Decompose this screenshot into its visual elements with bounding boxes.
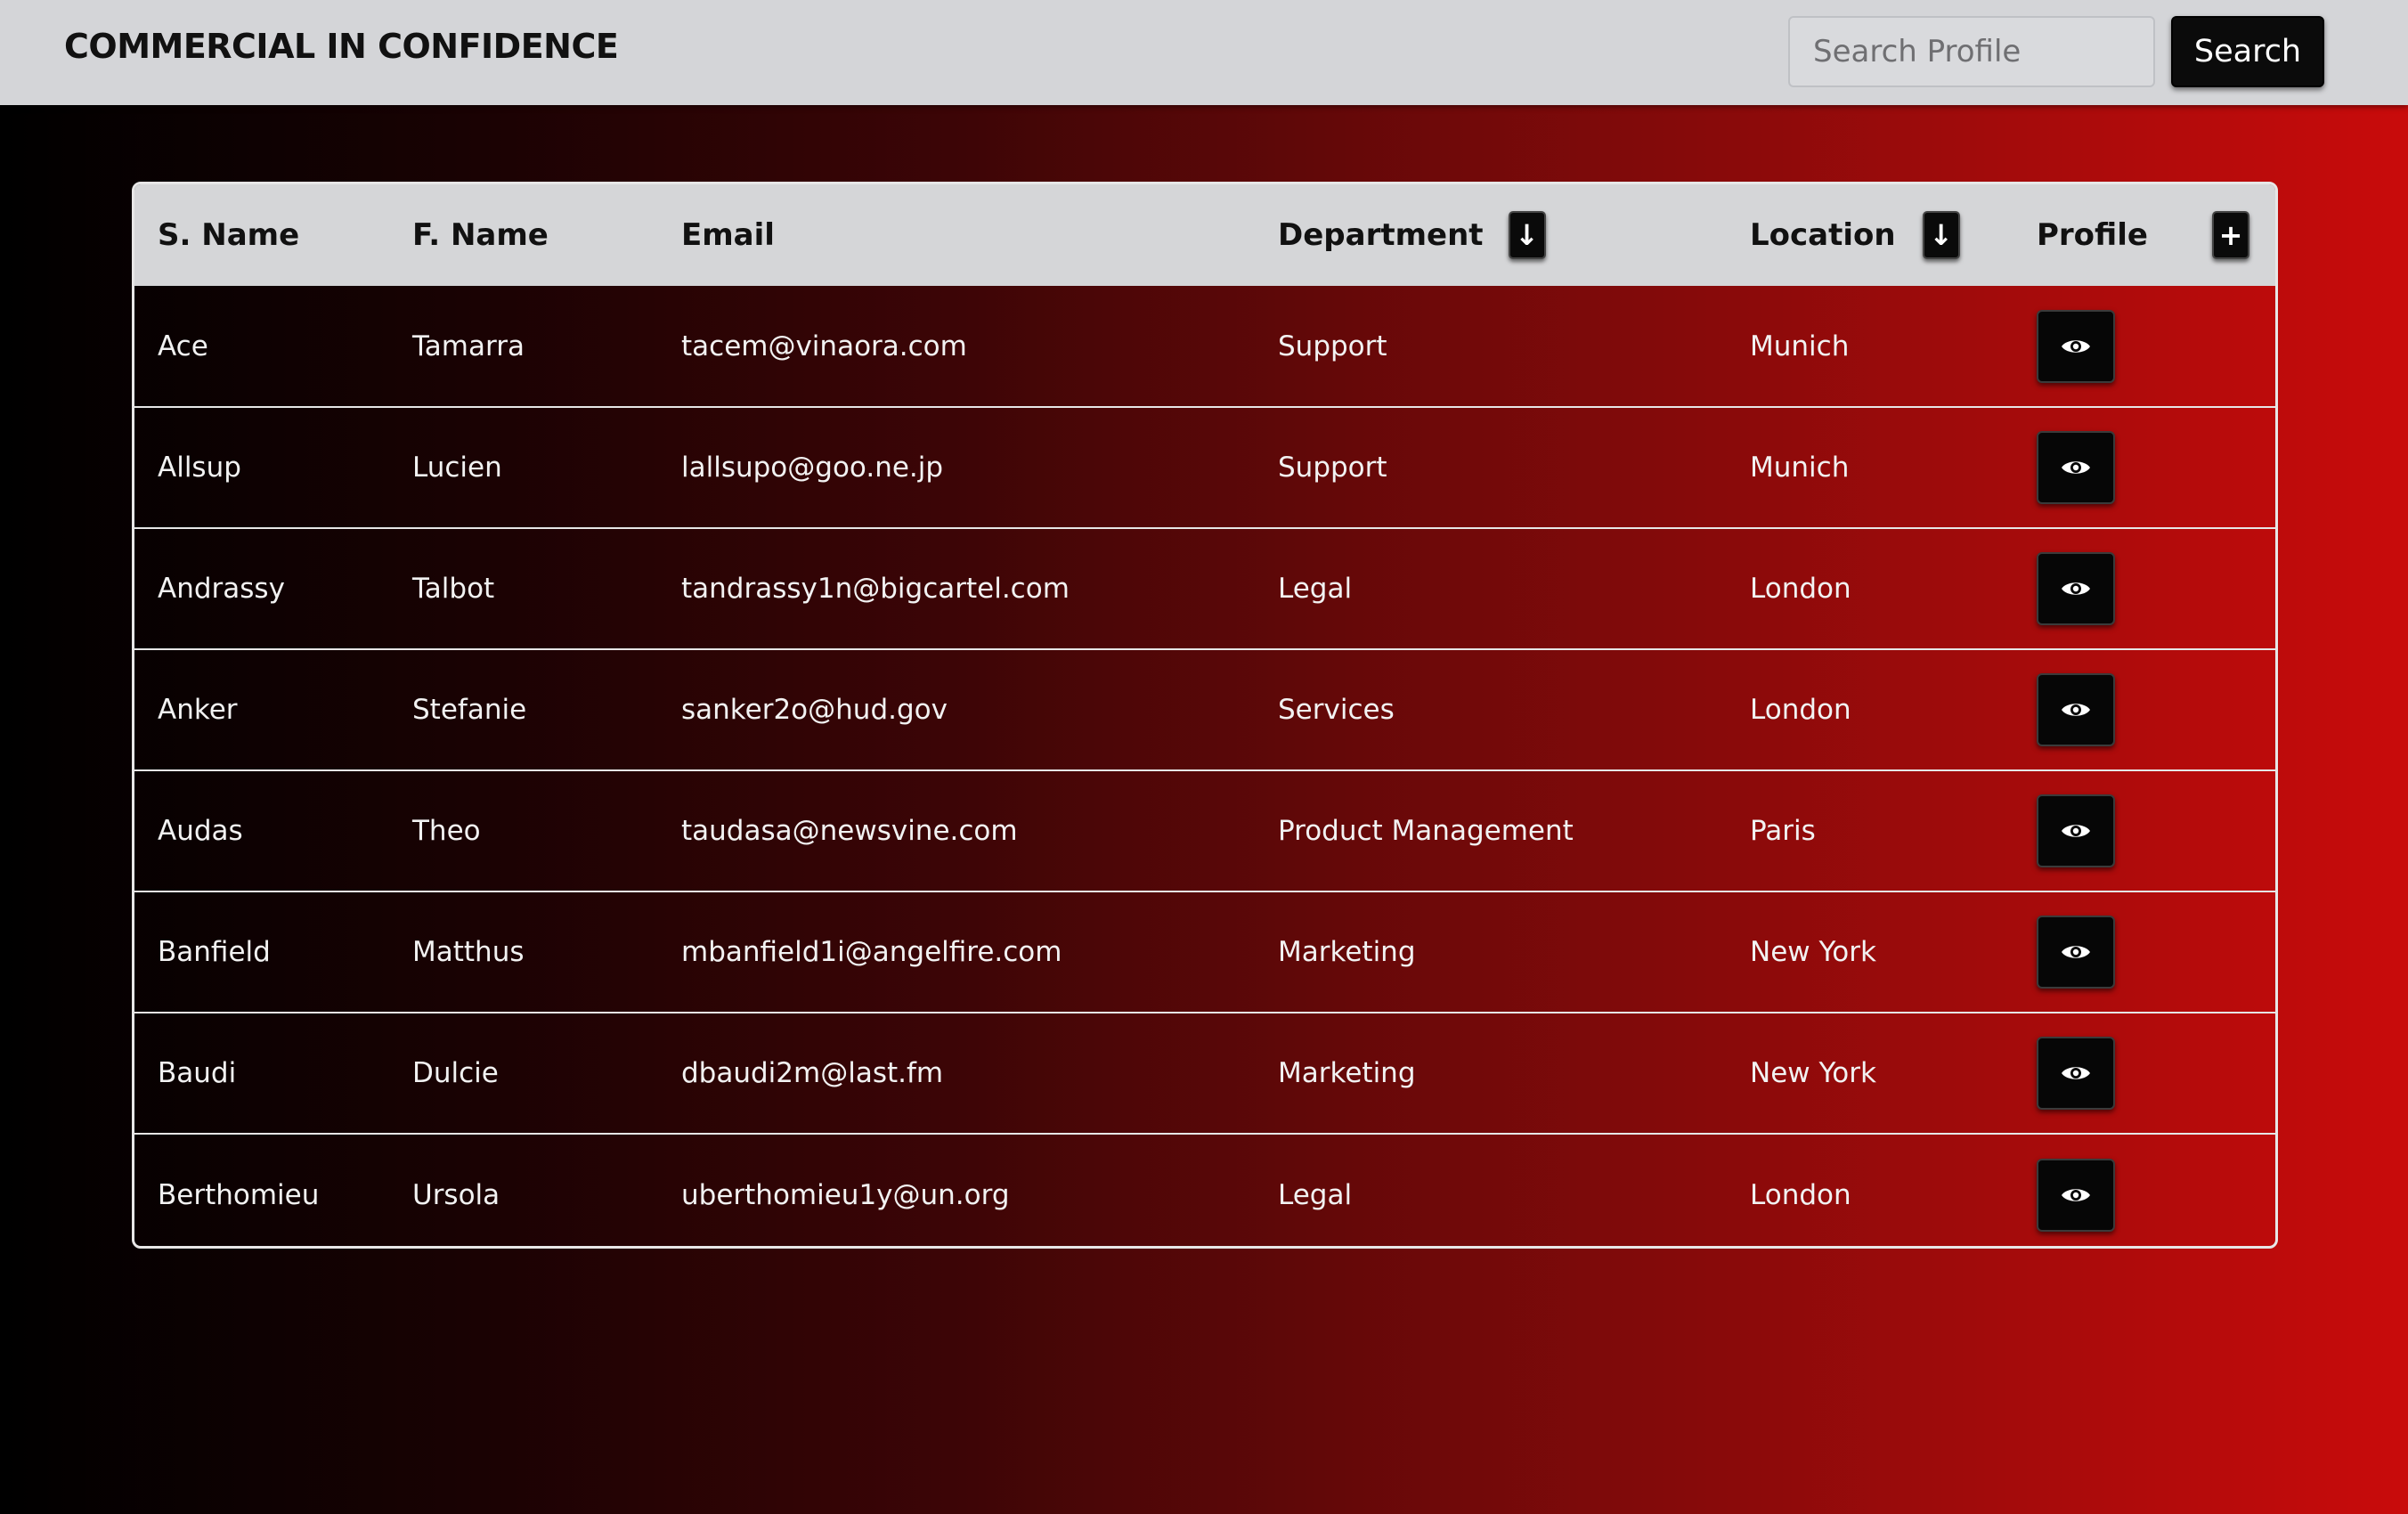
column-header-label: Email: [681, 217, 775, 253]
cell-profile: [2013, 528, 2275, 649]
cell-surname: Allsup: [158, 452, 241, 484]
cell-profile: [2013, 407, 2275, 528]
cell-location: New York: [1750, 1057, 1876, 1089]
cell-email: dbaudi2m@last.fm: [681, 1057, 944, 1089]
column-header-label: S. Name: [158, 217, 300, 253]
cell-email: taudasa@newsvine.com: [681, 815, 1018, 847]
cell-department: Services: [1278, 694, 1395, 726]
cell-surname: Audas: [158, 815, 243, 847]
view-profile-button[interactable]: [2037, 673, 2115, 746]
eye-icon: [2061, 1185, 2091, 1205]
arrow-down-icon: ↓: [1929, 218, 1953, 252]
arrow-down-icon: ↓: [1515, 218, 1539, 252]
page-title: COMMERCIAL IN CONFIDENCE: [64, 27, 619, 66]
table-row: Banfield Matthus mbanfield1i@angelfire.com…: [134, 891, 2275, 1013]
cell-email: tacem@vinaora.com: [681, 330, 967, 362]
search-button[interactable]: Search: [2171, 16, 2324, 87]
column-header-email[interactable]: Email: [658, 184, 1255, 286]
view-profile-button[interactable]: [2037, 552, 2115, 625]
cell-first-name: Dulcie: [412, 1057, 499, 1089]
cell-first-name: Stefanie: [412, 694, 527, 726]
cell-department: Legal: [1278, 573, 1353, 605]
eye-icon: [2061, 579, 2091, 598]
cell-email: uberthomieu1y@un.org: [681, 1178, 1010, 1211]
search-input[interactable]: [1788, 16, 2155, 87]
location-sort-button[interactable]: ↓: [1922, 211, 1960, 259]
cell-first-name: Tamarra: [412, 330, 525, 362]
cell-department: Support: [1278, 452, 1387, 484]
view-profile-button[interactable]: [2037, 309, 2115, 383]
column-header-location: Location ↓: [1727, 184, 2013, 286]
eye-icon: [2061, 821, 2091, 841]
plus-icon: +: [2218, 218, 2243, 252]
cell-profile: [2013, 1013, 2275, 1134]
cell-location: Munich: [1750, 452, 1850, 484]
cell-location: London: [1750, 1178, 1851, 1211]
top-bar: COMMERCIAL IN CONFIDENCE Search: [0, 0, 2408, 105]
cell-department: Support: [1278, 330, 1387, 362]
cell-profile: [2013, 770, 2275, 891]
cell-surname: Ace: [158, 330, 208, 362]
eye-icon: [2061, 1063, 2091, 1083]
table-row: Ace Tamarra tacem@vinaora.com Support Munich: [134, 286, 2275, 407]
eye-icon: [2061, 337, 2091, 356]
cell-first-name: Lucien: [412, 452, 502, 484]
eye-icon: [2061, 942, 2091, 962]
cell-department: Legal: [1278, 1178, 1353, 1211]
column-header-label: Department: [1278, 217, 1484, 253]
view-profile-button[interactable]: [2037, 1037, 2115, 1110]
column-header-label: Location: [1750, 217, 1896, 253]
cell-department: Product Management: [1278, 815, 1574, 847]
cell-profile: [2013, 286, 2275, 407]
cell-first-name: Ursola: [412, 1178, 500, 1211]
table-row: Anker Stefanie sanker2o@hud.gov Services Lon…: [134, 649, 2275, 770]
table-row: Audas Theo taudasa@newsvine.com Product Man…: [134, 770, 2275, 891]
cell-department: Marketing: [1278, 1057, 1416, 1089]
profiles-table: S. Name F. Name Email Department ↓ Locat…: [132, 182, 2278, 1249]
department-sort-button[interactable]: ↓: [1508, 211, 1546, 259]
view-profile-button[interactable]: [2037, 431, 2115, 504]
table-row: Berthomieu Ursola uberthomieu1y@un.org Lega…: [134, 1134, 2275, 1246]
table-header-row: S. Name F. Name Email Department ↓ Locat…: [134, 184, 2275, 286]
view-profile-button[interactable]: [2037, 916, 2115, 989]
view-profile-button[interactable]: [2037, 1158, 2115, 1232]
cell-profile: [2013, 1134, 2275, 1246]
cell-email: sanker2o@hud.gov: [681, 694, 948, 726]
cell-email: lallsupo@goo.ne.jp: [681, 452, 944, 484]
cell-surname: Andrassy: [158, 573, 285, 605]
cell-profile: [2013, 649, 2275, 770]
column-header-department: Department ↓: [1255, 184, 1727, 286]
add-profile-button[interactable]: +: [2211, 211, 2249, 259]
cell-first-name: Matthus: [412, 936, 525, 968]
eye-icon: [2061, 458, 2091, 477]
cell-first-name: Theo: [412, 815, 481, 847]
table-body: Ace Tamarra tacem@vinaora.com Support Munich…: [134, 286, 2275, 1246]
cell-surname: Baudi: [158, 1057, 237, 1089]
table-row: Andrassy Talbot tandrassy1n@bigcartel.com L…: [134, 528, 2275, 649]
cell-location: Paris: [1750, 815, 1816, 847]
cell-location: New York: [1750, 936, 1876, 968]
cell-department: Marketing: [1278, 936, 1416, 968]
column-header-first-name[interactable]: F. Name: [389, 184, 658, 286]
column-header-label: Profile: [2037, 217, 2148, 253]
column-header-label: F. Name: [412, 217, 549, 253]
view-profile-button[interactable]: [2037, 794, 2115, 867]
column-header-profile: Profile +: [2013, 184, 2275, 286]
cell-surname: Berthomieu: [158, 1178, 320, 1211]
cell-location: Munich: [1750, 330, 1850, 362]
cell-profile: [2013, 891, 2275, 1013]
cell-first-name: Talbot: [412, 573, 495, 605]
table-row: Baudi Dulcie dbaudi2m@last.fm Marketing New …: [134, 1013, 2275, 1134]
cell-email: mbanfield1i@angelfire.com: [681, 936, 1062, 968]
cell-surname: Anker: [158, 694, 238, 726]
cell-location: London: [1750, 694, 1851, 726]
table-row: Allsup Lucien lallsupo@goo.ne.jp Support Mun…: [134, 407, 2275, 528]
cell-email: tandrassy1n@bigcartel.com: [681, 573, 1070, 605]
column-header-surname[interactable]: S. Name: [134, 184, 389, 286]
eye-icon: [2061, 700, 2091, 720]
cell-surname: Banfield: [158, 936, 271, 968]
cell-location: London: [1750, 573, 1851, 605]
